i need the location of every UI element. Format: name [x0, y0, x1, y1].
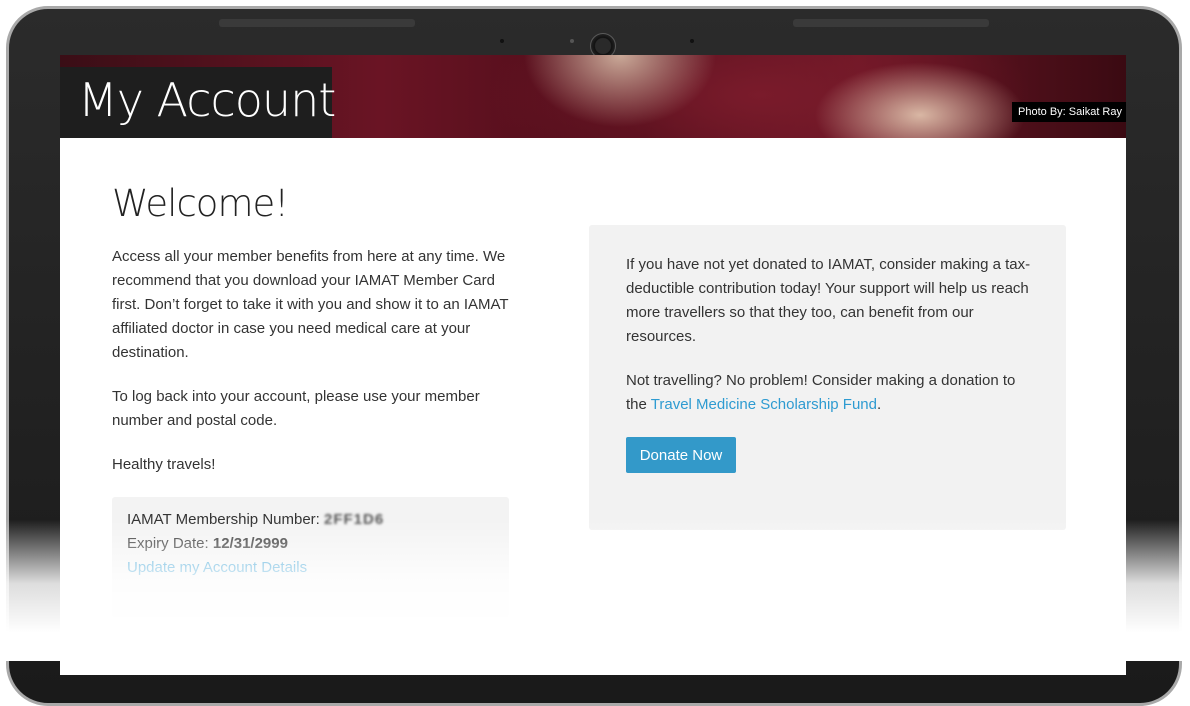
hero-banner: My Account Photo By: Saikat Ray: [60, 55, 1126, 138]
page-title: My Account: [78, 73, 336, 127]
scholarship-paragraph: Not travelling? No problem! Consider mak…: [626, 369, 1036, 417]
scholarship-fund-link[interactable]: Travel Medicine Scholarship Fund: [651, 396, 877, 413]
donation-panel: If you have not yet donated to IAMAT, co…: [589, 225, 1066, 530]
frame-hinge-right: [793, 19, 989, 27]
update-account-link[interactable]: Update my Account Details: [127, 559, 307, 576]
hero-title-box: My Account: [60, 67, 336, 138]
expiry-date-value: 12/31/2999: [212, 535, 288, 552]
frame-hinge-left: [219, 19, 415, 27]
donation-paragraph: If you have not yet donated to IAMAT, co…: [626, 256, 1031, 345]
expiry-date-label: Expiry Date:: [127, 535, 209, 552]
login-paragraph: To log back into your account, please us…: [112, 388, 480, 429]
scholarship-period: .: [876, 396, 882, 413]
welcome-section: Welcome!: [112, 183, 512, 225]
intro-paragraph: Access all your member benefits from her…: [112, 248, 509, 361]
photo-credit: Photo By: Saikat Ray: [1012, 102, 1126, 122]
membership-number-value: 2FF1D6: [324, 511, 385, 528]
welcome-heading: Welcome!: [112, 182, 289, 225]
membership-number-label: IAMAT Membership Number:: [127, 511, 320, 528]
donate-now-button[interactable]: Donate Now: [626, 437, 736, 473]
closing-paragraph: Healthy travels!: [112, 456, 216, 473]
sensor-dot: [570, 39, 574, 43]
expiry-date-row: Expiry Date: 12/31/2999: [127, 535, 288, 552]
membership-number-row: IAMAT Membership Number: 2FF1D6: [127, 511, 384, 528]
sensor-dot: [500, 39, 504, 43]
membership-info-box: IAMAT Membership Number: 2FF1D6 Expiry D…: [112, 497, 509, 617]
sensor-dot: [690, 39, 694, 43]
browser-viewport: My Account Photo By: Saikat Ray Welcome!…: [60, 55, 1126, 675]
